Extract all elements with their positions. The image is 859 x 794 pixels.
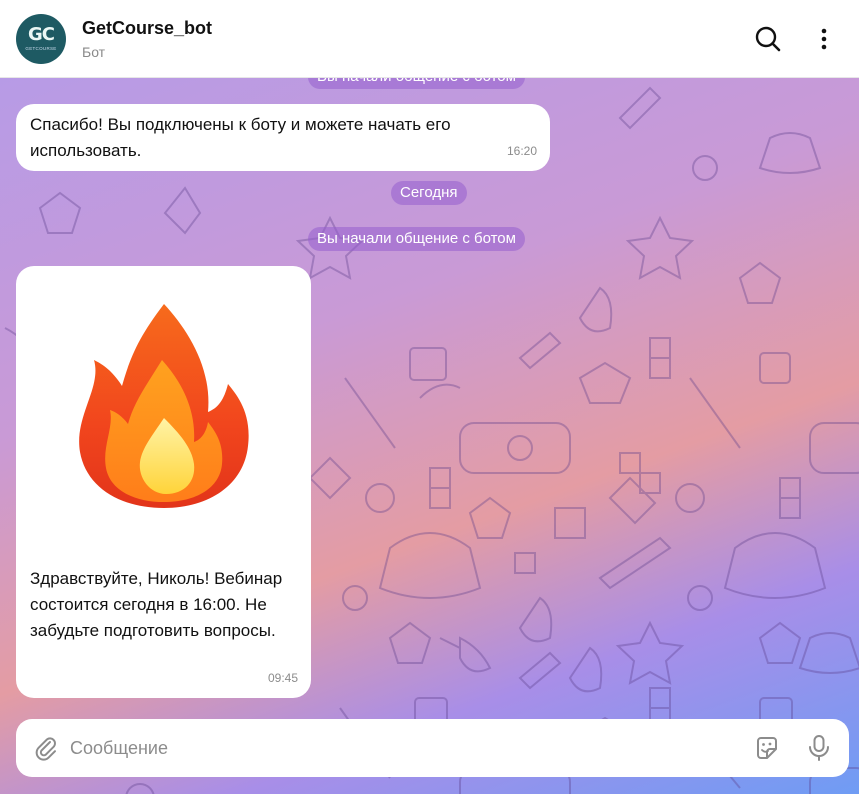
avatar-logo: GC — [28, 24, 55, 45]
avatar-logo-subtext: GETCOURSE — [25, 46, 57, 51]
sticker-icon — [757, 737, 777, 759]
welcome-message-text: Спасибо! Вы подключены к боту и можете н… — [30, 115, 451, 160]
reminder-message-time: 09:45 — [267, 671, 298, 685]
message-input[interactable] — [70, 737, 710, 759]
chat-area[interactable]: Вы начали общение с ботом Спасибо! Вы по… — [0, 78, 859, 794]
search-button[interactable] — [751, 22, 785, 56]
fire-sticker — [69, 294, 259, 516]
header-actions — [751, 22, 841, 56]
reminder-message-bubble[interactable]: Здравствуйте, Николь! Вебинар состоится … — [16, 266, 311, 698]
bot-start-service-pill: Вы начали общение с ботом — [308, 227, 525, 251]
title-block[interactable]: GetCourse_bot Бот — [82, 17, 212, 61]
message-composer — [16, 719, 849, 777]
welcome-message-bubble[interactable]: Спасибо! Вы подключены к боту и можете н… — [16, 104, 550, 171]
date-separator-pill: Сегодня — [391, 181, 467, 205]
more-button[interactable] — [807, 22, 841, 56]
chat-title: GetCourse_bot — [82, 17, 213, 38]
microphone-icon — [809, 735, 829, 761]
more-vertical-icon — [821, 28, 827, 50]
attach-button[interactable] — [30, 732, 62, 764]
search-icon — [755, 26, 781, 52]
chat-subtitle: Бот — [82, 43, 106, 60]
composer-right-actions — [751, 732, 835, 764]
voice-button[interactable] — [803, 732, 835, 764]
partial-service-pill: Вы начали общение с ботом — [308, 78, 525, 89]
chat-header: GC GETCOURSE GetCourse_bot Бот — [0, 0, 859, 78]
avatar[interactable]: GC GETCOURSE — [16, 13, 66, 64]
sticker-button[interactable] — [751, 732, 783, 764]
paperclip-icon — [35, 737, 56, 761]
welcome-message-time: 16:20 — [506, 144, 537, 158]
reminder-message-text: Здравствуйте, Николь! Вебинар состоится … — [30, 569, 283, 640]
